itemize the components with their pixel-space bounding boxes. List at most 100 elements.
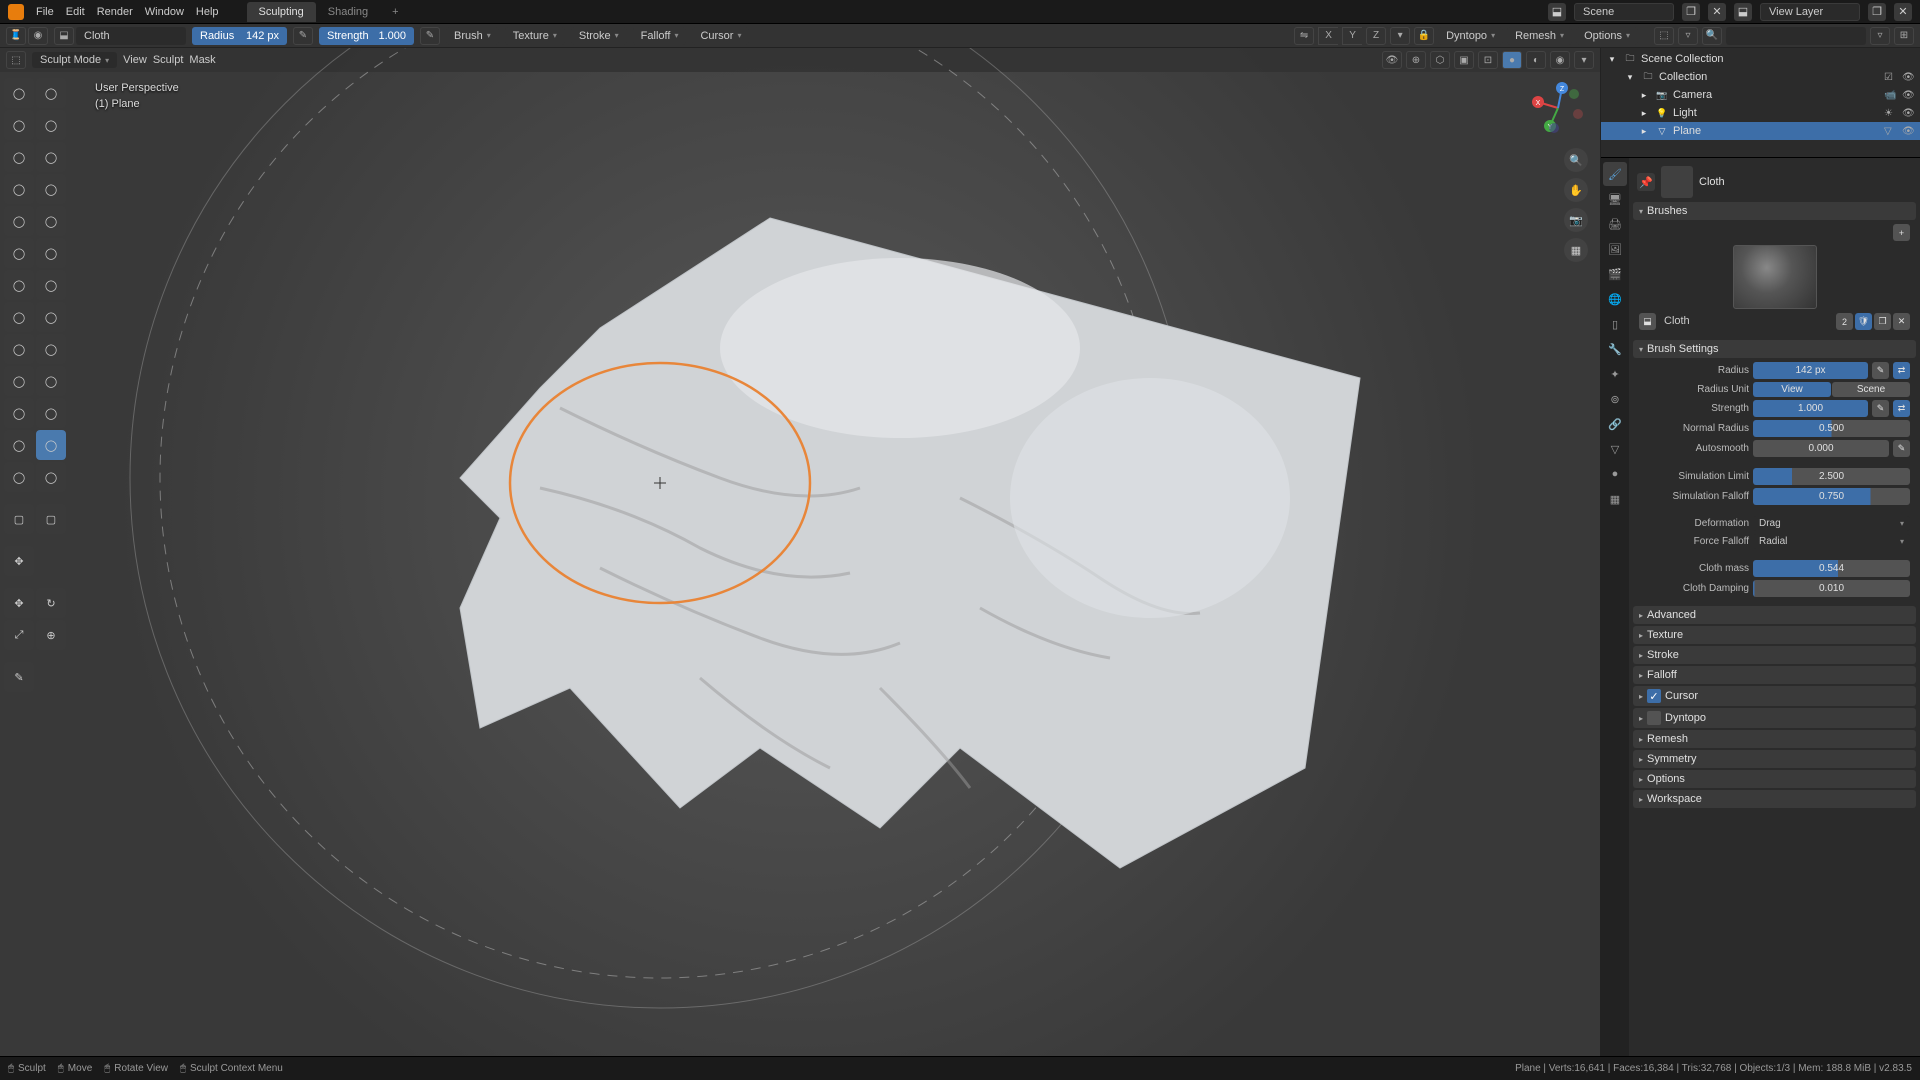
outliner-camera[interactable]: ▸ 📷 Camera 📹 👁 bbox=[1601, 86, 1920, 104]
strength-slider[interactable]: Strength 1.000 bbox=[319, 27, 414, 45]
cursor-check[interactable]: ✓ bbox=[1647, 689, 1661, 703]
viewlayer-delete-icon[interactable]: ✕ bbox=[1894, 3, 1912, 21]
cloth-mass-value[interactable]: 0.544 bbox=[1753, 560, 1910, 577]
sim-limit-value[interactable]: 2.500 bbox=[1753, 468, 1910, 485]
radius-pressure-icon[interactable]: ✎ bbox=[293, 27, 313, 45]
autosmooth-value[interactable]: 0.000 bbox=[1753, 440, 1889, 457]
brush-users[interactable]: 2 bbox=[1836, 313, 1853, 330]
panel-stroke[interactable]: Stroke bbox=[1633, 646, 1916, 664]
tab-output[interactable]: 🖨 bbox=[1603, 212, 1627, 236]
brush-browse-icon[interactable]: ⬓ bbox=[1639, 313, 1656, 330]
strength-unified-icon[interactable]: ⇄ bbox=[1893, 400, 1910, 417]
camera-icon[interactable]: 📷 bbox=[1564, 208, 1588, 232]
tab-constraints[interactable]: 🔗 bbox=[1603, 412, 1627, 436]
panel-cursor[interactable]: ✓ Cursor bbox=[1633, 686, 1916, 706]
menu-help[interactable]: Help bbox=[196, 6, 219, 18]
viewlayer-browse-icon[interactable]: ⬓ bbox=[1734, 3, 1752, 21]
dyntopo-check[interactable] bbox=[1647, 711, 1661, 725]
exclude-toggle-icon[interactable]: ☑ bbox=[1884, 72, 1898, 83]
mirror-z[interactable]: Z bbox=[1366, 27, 1386, 45]
outliner-collection[interactable]: ▾ 🗀 Collection ☑ 👁 bbox=[1601, 68, 1920, 86]
sim-falloff-value[interactable]: 0.750 bbox=[1753, 488, 1910, 505]
eye-icon[interactable]: 👁 bbox=[1902, 90, 1916, 101]
panel-brushes[interactable]: Brushes bbox=[1633, 202, 1916, 220]
workspace-sculpting[interactable]: Sculpting bbox=[247, 2, 316, 22]
tab-texture[interactable]: ▦ bbox=[1603, 487, 1627, 511]
tool-icon[interactable]: 🧵 bbox=[6, 27, 26, 45]
menu-render[interactable]: Render bbox=[97, 6, 133, 18]
mesh-data-icon[interactable]: ▽ bbox=[1884, 126, 1898, 137]
fake-user-icon[interactable]: 🛡 bbox=[1855, 313, 1872, 330]
radius-unit-scene[interactable]: Scene bbox=[1832, 382, 1910, 397]
blender-logo-icon[interactable] bbox=[8, 4, 24, 20]
panel-symmetry[interactable]: Symmetry bbox=[1633, 750, 1916, 768]
texture-dropdown[interactable]: Texture bbox=[505, 27, 565, 45]
scene-new-icon[interactable]: ❐ bbox=[1682, 3, 1700, 21]
radius-unified-icon[interactable]: ⇄ bbox=[1893, 362, 1910, 379]
light-data-icon[interactable]: ☀ bbox=[1884, 108, 1898, 119]
brush-add-icon[interactable]: + bbox=[1893, 224, 1910, 241]
panel-workspace[interactable]: Workspace bbox=[1633, 790, 1916, 808]
menu-edit[interactable]: Edit bbox=[66, 6, 85, 18]
tab-render[interactable]: 🖥 bbox=[1603, 187, 1627, 211]
radius-slider[interactable]: Radius 142 px bbox=[192, 27, 287, 45]
panel-options[interactable]: Options bbox=[1633, 770, 1916, 788]
menu-file[interactable]: File bbox=[36, 6, 54, 18]
remesh-dropdown[interactable]: Remesh bbox=[1507, 27, 1572, 45]
tab-scene[interactable]: 🎬 bbox=[1603, 262, 1627, 286]
viewport[interactable]: ⬚ Sculpt Mode View Sculpt Mask 👁 ⊕ ⬡ ▣ ⊡… bbox=[0, 48, 1600, 1056]
viewlayer-field[interactable]: View Layer bbox=[1760, 3, 1860, 21]
eye-icon[interactable]: 👁 bbox=[1902, 126, 1916, 137]
radius-pressure-icon[interactable]: ✎ bbox=[1872, 362, 1889, 379]
outliner-light[interactable]: ▸ 💡 Light ☀ 👁 bbox=[1601, 104, 1920, 122]
brush-preset-icon[interactable]: ◉ bbox=[28, 27, 48, 45]
brush-unlink-icon[interactable]: ✕ bbox=[1893, 313, 1910, 330]
tab-object[interactable]: ▯ bbox=[1603, 312, 1627, 336]
tab-physics[interactable]: ⊚ bbox=[1603, 387, 1627, 411]
eye-icon[interactable]: 👁 bbox=[1902, 72, 1916, 83]
workspace-add[interactable]: + bbox=[380, 2, 410, 22]
tab-mesh[interactable]: ▽ bbox=[1603, 437, 1627, 461]
cloth-damping-value[interactable]: 0.010 bbox=[1753, 580, 1910, 597]
tab-active-tool[interactable]: 🖌 bbox=[1603, 162, 1627, 186]
tab-modifiers[interactable]: 🔧 bbox=[1603, 337, 1627, 361]
panel-brush-settings[interactable]: Brush Settings bbox=[1633, 340, 1916, 358]
filter-toggle-icon[interactable]: ▿ bbox=[1870, 27, 1890, 45]
lock-icon[interactable]: 🔒 bbox=[1414, 27, 1434, 45]
mirror-options-chevron-icon[interactable]: ▾ bbox=[1390, 27, 1410, 45]
panel-remesh[interactable]: Remesh bbox=[1633, 730, 1916, 748]
eye-icon[interactable]: 👁 bbox=[1902, 108, 1916, 119]
force-falloff-dropdown[interactable]: Radial bbox=[1753, 534, 1910, 549]
brush-name-field[interactable]: Cloth bbox=[1658, 313, 1834, 330]
normal-radius-value[interactable]: 0.500 bbox=[1753, 420, 1910, 437]
strength-pressure-icon[interactable]: ✎ bbox=[1872, 400, 1889, 417]
deformation-dropdown[interactable]: Drag bbox=[1753, 516, 1910, 531]
search-icon[interactable]: 🔍 bbox=[1702, 27, 1722, 45]
scene-field[interactable]: Scene bbox=[1574, 3, 1674, 21]
cursor-dropdown[interactable]: Cursor bbox=[692, 27, 749, 45]
tab-particles[interactable]: ✦ bbox=[1603, 362, 1627, 386]
brush-thumbnail[interactable] bbox=[1733, 245, 1817, 309]
outliner-scene-collection[interactable]: ▾ 🗀 Scene Collection bbox=[1601, 50, 1920, 68]
pan-icon[interactable]: ✋ bbox=[1564, 178, 1588, 202]
persp-ortho-icon[interactable]: ▦ bbox=[1564, 238, 1588, 262]
display-type-icon[interactable]: ⬚ bbox=[1654, 27, 1674, 45]
options-dropdown[interactable]: Options bbox=[1576, 27, 1638, 45]
panel-falloff[interactable]: Falloff bbox=[1633, 666, 1916, 684]
brush-name-field[interactable]: Cloth bbox=[76, 27, 186, 45]
nav-gizmo[interactable]: X Y Z bbox=[1528, 78, 1588, 138]
brush-duplicate-icon[interactable]: ❐ bbox=[1874, 313, 1891, 330]
zoom-icon[interactable]: 🔍 bbox=[1564, 148, 1588, 172]
scene-delete-icon[interactable]: ✕ bbox=[1708, 3, 1726, 21]
pin-icon[interactable]: 📌 bbox=[1637, 173, 1655, 191]
mirror-icon[interactable]: ⇋ bbox=[1294, 27, 1314, 45]
autosmooth-pressure-icon[interactable]: ✎ bbox=[1893, 440, 1910, 457]
falloff-dropdown[interactable]: Falloff bbox=[633, 27, 687, 45]
tab-world[interactable]: 🌐 bbox=[1603, 287, 1627, 311]
panel-texture[interactable]: Texture bbox=[1633, 626, 1916, 644]
dyntopo-dropdown[interactable]: Dyntopo bbox=[1438, 27, 1503, 45]
tab-viewlayer[interactable]: 🖼 bbox=[1603, 237, 1627, 261]
menu-window[interactable]: Window bbox=[145, 6, 184, 18]
strength-value[interactable]: 1.000 bbox=[1753, 400, 1868, 417]
camera-data-icon[interactable]: 📹 bbox=[1884, 90, 1898, 101]
